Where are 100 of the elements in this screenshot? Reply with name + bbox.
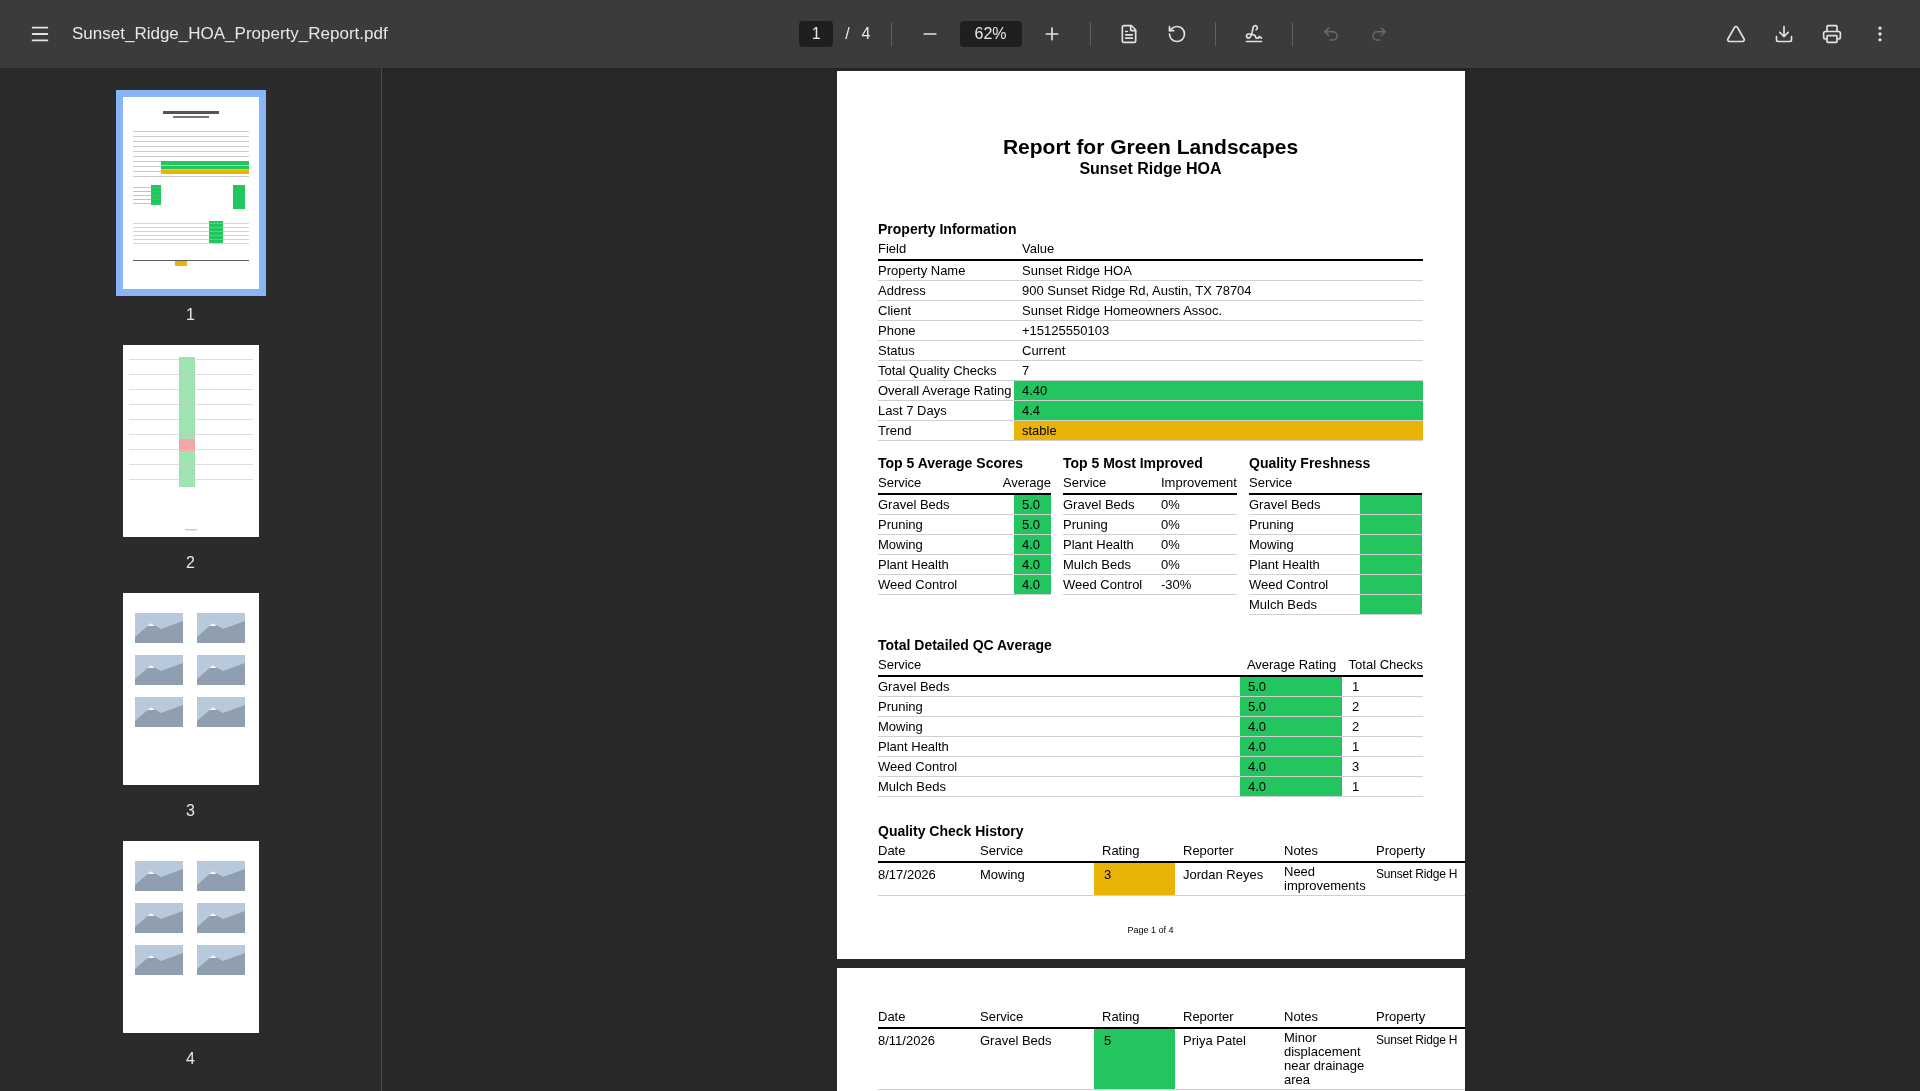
table-cell-text: 8/17/2026 bbox=[878, 866, 937, 884]
section-heading: Top 5 Average Scores bbox=[878, 454, 1024, 473]
table-cell-text: 1 bbox=[1351, 777, 1361, 796]
table-cell-text: Pruning bbox=[1249, 515, 1295, 534]
report-title: Report for Green Landscapes bbox=[1002, 135, 1299, 159]
table-cell-text: Priya Patel bbox=[1183, 1032, 1247, 1050]
table-cell-text: Address bbox=[878, 281, 927, 300]
table-cell: 5 bbox=[1094, 1029, 1175, 1089]
table-cell-text: Trend bbox=[878, 421, 913, 440]
table-cell-text: Mulch Beds bbox=[1249, 595, 1318, 614]
table-cell: 4.0 bbox=[1014, 575, 1051, 594]
table-cell-text: Mowing bbox=[1249, 535, 1295, 554]
table-cell-text: 900 Sunset Ridge Rd, Austin, TX 78704 bbox=[1021, 281, 1253, 300]
table-cell-text: 0% bbox=[1161, 535, 1181, 554]
column-header: Field bbox=[878, 239, 908, 258]
table-cell-text: Total Quality Checks bbox=[878, 361, 998, 380]
table-cell-text: Gravel Beds bbox=[878, 495, 951, 514]
table-cell-text: Sunset Ridge H bbox=[1376, 866, 1459, 883]
column-header: Service bbox=[980, 1007, 1025, 1026]
table-cell: 3 bbox=[1094, 863, 1175, 895]
column-header: Total Checks bbox=[1347, 655, 1423, 674]
table-cell: 5.0 bbox=[1240, 677, 1342, 696]
column-header: Average bbox=[1001, 473, 1051, 492]
table-cell: 4.0 bbox=[1240, 717, 1342, 736]
column-header: Rating bbox=[1101, 841, 1141, 860]
table-cell-text: 1 bbox=[1351, 737, 1361, 756]
table-cell-text: Property Name bbox=[878, 261, 967, 280]
table-cell-text: Phone bbox=[878, 321, 917, 340]
table-cell: 4.4 bbox=[1014, 401, 1423, 420]
zoom-field[interactable]: 62% bbox=[959, 21, 1022, 47]
table-cell-text: 2 bbox=[1351, 717, 1361, 736]
table-cell-text: Gravel Beds bbox=[878, 677, 951, 696]
table-cell: 4.0 bbox=[1240, 757, 1342, 776]
column-header: Improvement bbox=[1161, 473, 1237, 492]
table-cell-text: Pruning bbox=[1063, 515, 1109, 534]
table-cell-text: Plant Health bbox=[1249, 555, 1321, 574]
table-cell: stable bbox=[1014, 421, 1423, 440]
table-cell-text: Weed Control bbox=[878, 757, 959, 776]
table-cell-text: Minor displacement near drainage area bbox=[1284, 1029, 1366, 1089]
table-cell-text: 3 bbox=[1351, 757, 1361, 776]
column-header: Service bbox=[980, 841, 1025, 860]
table-cell-text: Sunset Ridge HOA bbox=[1021, 261, 1133, 280]
page-thumbnail[interactable] bbox=[115, 90, 266, 296]
table-cell-text: +15125550103 bbox=[1021, 321, 1111, 340]
table-cell-text: 7 bbox=[1021, 361, 1031, 380]
section-heading: Top 5 Most Improved bbox=[1063, 454, 1204, 473]
table-cell-text: Weed Control bbox=[1249, 575, 1330, 594]
section-heading: Property Information bbox=[878, 220, 1018, 239]
table-cell-text: Need improvements bbox=[1284, 863, 1367, 895]
table-cell: 4.0 bbox=[1014, 555, 1051, 574]
page-number: 1 bbox=[186, 306, 195, 324]
table-cell-text: 0% bbox=[1161, 555, 1181, 574]
table-cell-text: 8/11/2026 bbox=[878, 1032, 936, 1050]
table-cell-text: Mowing bbox=[878, 535, 924, 554]
table-cell-text: Mulch Beds bbox=[878, 777, 947, 796]
table-cell: 5.0 bbox=[1240, 697, 1342, 716]
table-cell-text: Gravel Beds bbox=[980, 1032, 1053, 1050]
column-header: Notes bbox=[1284, 1007, 1319, 1026]
column-header: Date bbox=[878, 1007, 907, 1026]
page-number-field[interactable]: 1 bbox=[799, 21, 834, 47]
table-cell: 5.0 bbox=[1014, 515, 1051, 534]
table-cell: 5.0 bbox=[1014, 495, 1051, 514]
table-cell: 4.0 bbox=[1240, 777, 1342, 796]
table-cell-text: Sunset Ridge Homeowners Assoc. bbox=[1021, 301, 1224, 320]
table-cell-text: Mowing bbox=[878, 717, 924, 736]
column-header: Reporter bbox=[1183, 1007, 1235, 1026]
column-header: Notes bbox=[1284, 841, 1319, 860]
page-number: 2 bbox=[186, 554, 195, 572]
column-header: Property bbox=[1376, 841, 1427, 860]
table-cell-text: Mulch Beds bbox=[1063, 555, 1132, 574]
table-cell-text: 0% bbox=[1161, 515, 1181, 534]
column-header: Service bbox=[1249, 473, 1294, 492]
column-header: Value bbox=[1022, 239, 1056, 258]
table-cell-text: Plant Health bbox=[878, 555, 950, 574]
table-cell-text: Jordan Reyes bbox=[1183, 866, 1265, 884]
table-cell-text: Gravel Beds bbox=[1249, 495, 1322, 514]
table-cell-text: Mowing bbox=[980, 866, 1026, 884]
column-header: Service bbox=[1063, 473, 1108, 492]
table-cell-text: Pruning bbox=[878, 697, 924, 716]
table-cell-text: 2 bbox=[1351, 697, 1361, 716]
table-cell-text: Plant Health bbox=[878, 737, 950, 756]
page-number: 3 bbox=[186, 802, 195, 820]
table-cell-text: Overall Average Rating bbox=[878, 381, 1013, 400]
table-cell-text: Weed Control bbox=[878, 575, 959, 594]
table-cell-text: Plant Health bbox=[1063, 535, 1135, 554]
table-cell-text: Last 7 Days bbox=[878, 401, 948, 420]
table-cell: 4.0 bbox=[1240, 737, 1342, 756]
column-header: Rating bbox=[1101, 1007, 1141, 1026]
table-cell: 4.0 bbox=[1014, 535, 1051, 554]
table-cell-text: 1 bbox=[1351, 677, 1361, 696]
table-cell-text: Current bbox=[1021, 341, 1067, 360]
column-header: Average Rating bbox=[1245, 655, 1338, 674]
table-cell-text: Weed Control bbox=[1063, 575, 1144, 594]
table-cell-text: Sunset Ridge H bbox=[1376, 1032, 1459, 1049]
table-cell-text: Gravel Beds bbox=[1063, 495, 1136, 514]
section-heading: Total Detailed QC Average bbox=[878, 636, 1053, 655]
report-subtitle: Sunset Ridge HOA bbox=[1079, 159, 1222, 179]
table-cell-text: Status bbox=[878, 341, 916, 360]
column-header: Service bbox=[878, 473, 923, 492]
table-cell-text: 0% bbox=[1161, 495, 1181, 514]
